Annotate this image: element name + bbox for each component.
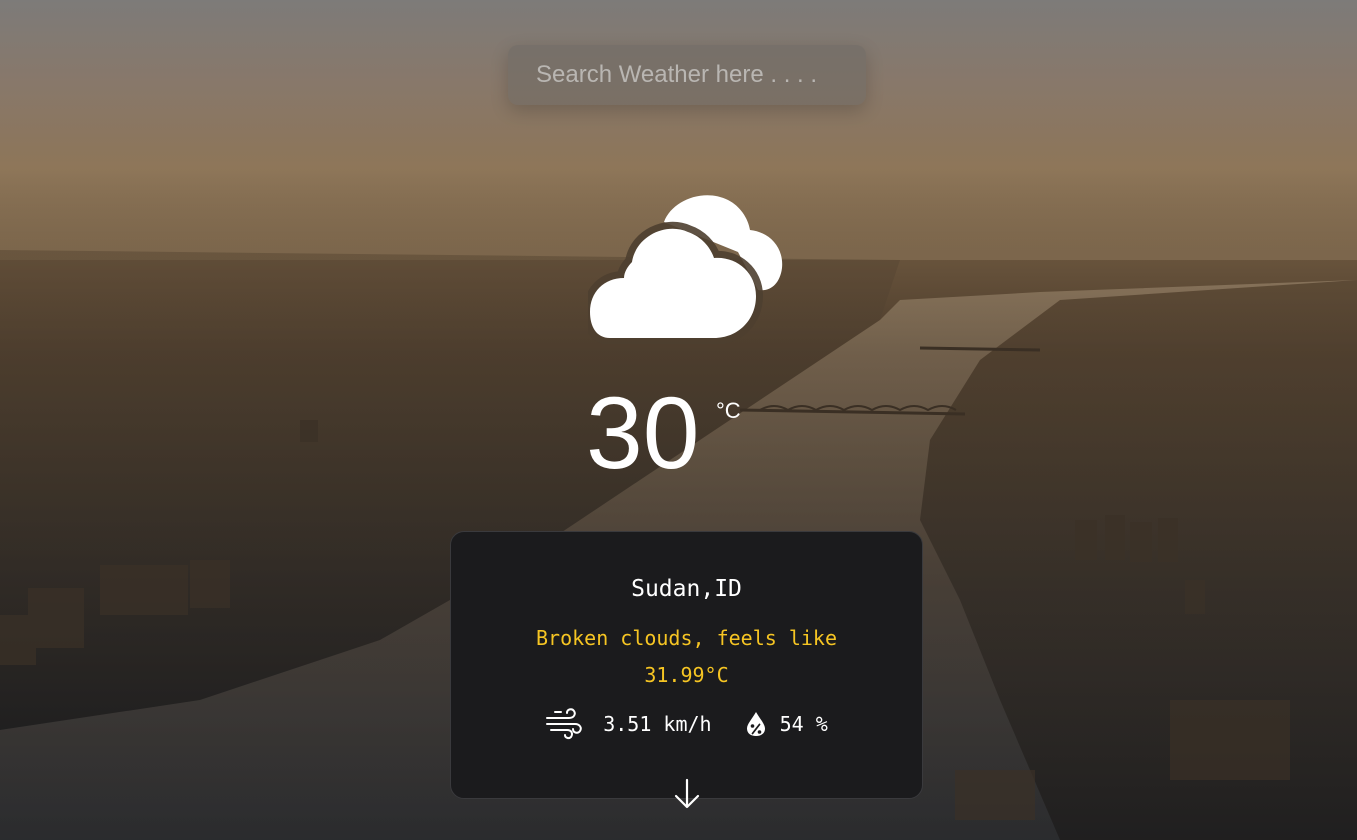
humidity-stat: 54 % — [746, 711, 828, 737]
condition-description: Broken clouds, feels like 31.99°C — [491, 620, 882, 694]
condition-text: Broken clouds, feels like — [535, 626, 838, 650]
wind-speed-value: 3.51 km/h — [603, 712, 712, 736]
temperature-value: 30 — [586, 376, 700, 490]
wind-stat: 3.51 km/h — [545, 708, 712, 740]
weather-stats: 3.51 km/h 54 % — [451, 708, 922, 740]
humidity-value: 54 % — [779, 712, 828, 736]
wind-icon — [545, 708, 583, 740]
arrow-down-icon — [673, 778, 701, 813]
expand-details-button[interactable] — [673, 778, 701, 810]
search-input[interactable] — [508, 45, 866, 105]
humidity-drop-icon — [746, 711, 766, 737]
location-label: Sudan,ID — [631, 576, 742, 602]
broken-clouds-icon — [583, 192, 788, 345]
search-bar — [508, 45, 866, 105]
weather-details-card: Sudan,ID Broken clouds, feels like 31.99… — [450, 531, 923, 809]
feels-like-value: 31.99°C — [644, 663, 729, 687]
temperature-unit: °C — [716, 398, 741, 423]
